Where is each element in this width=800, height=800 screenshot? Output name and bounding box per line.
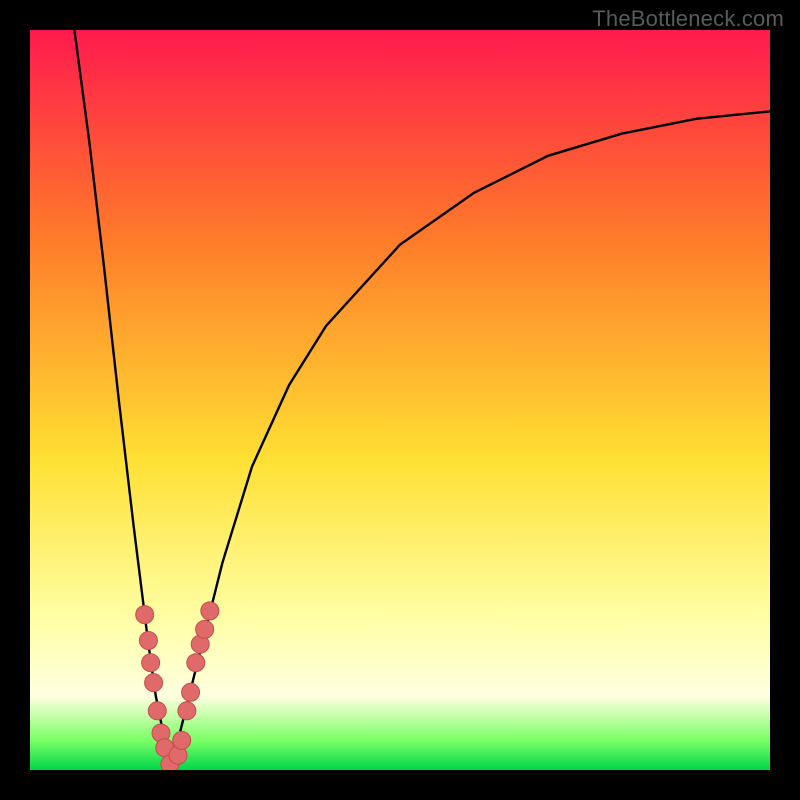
sample-dot — [201, 602, 219, 620]
frame: TheBottleneck.com — [0, 0, 800, 800]
plot-viewport — [30, 30, 770, 770]
sample-dot — [182, 683, 200, 701]
watermark-text: TheBottleneck.com — [592, 6, 784, 32]
bottleneck-curve — [74, 30, 770, 770]
sample-dots — [136, 602, 219, 770]
sample-dot — [196, 620, 214, 638]
sample-dot — [173, 731, 191, 749]
sample-dot — [139, 632, 157, 650]
sample-dot — [178, 702, 196, 720]
sample-dot — [136, 606, 154, 624]
sample-dot — [142, 654, 160, 672]
sample-dot — [145, 674, 163, 692]
sample-dot — [148, 702, 166, 720]
sample-dot — [187, 654, 205, 672]
chart-svg — [30, 30, 770, 770]
